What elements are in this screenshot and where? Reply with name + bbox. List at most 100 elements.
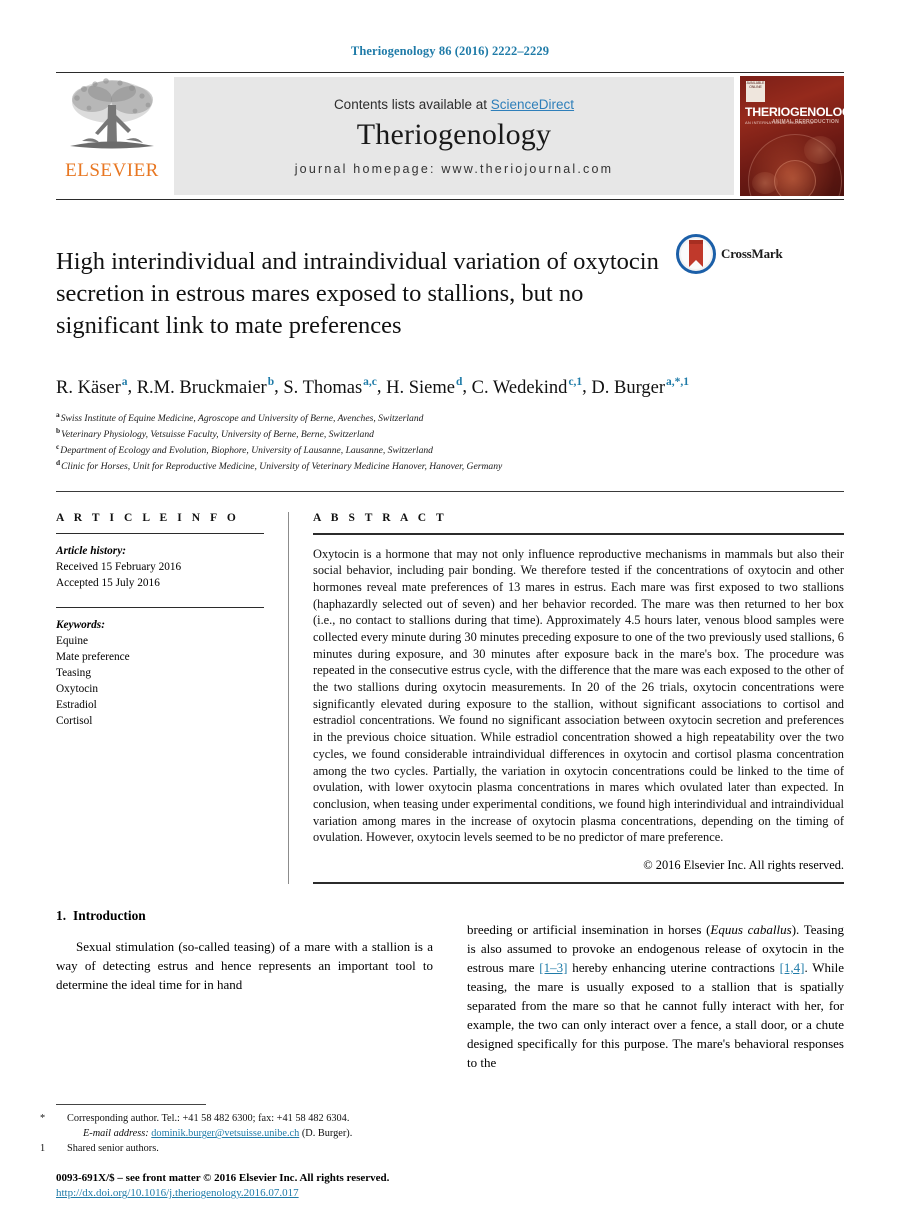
column-divider: [288, 511, 289, 885]
author-name: R.M. Bruckmaier: [136, 377, 267, 398]
intro-part-1: breeding or artificial insemination in h…: [467, 922, 711, 938]
body-column-right: breeding or artificial insemination in h…: [467, 908, 844, 1086]
section-divider-top: [56, 490, 844, 492]
author-item: S. Thomasa,c: [283, 376, 377, 398]
cover-cell-graphic: [774, 160, 816, 196]
intro-paragraph-right: breeding or artificial insemination in h…: [467, 921, 844, 1073]
abstract-copyright: © 2016 Elsevier Inc. All rights reserved…: [643, 858, 844, 873]
info-abstract-region: A R T I C L E I N F O Article history: R…: [56, 511, 844, 885]
footnote-mark-one: 1: [40, 1142, 46, 1154]
contents-prefix: Contents lists available at: [333, 96, 491, 112]
crossmark-icon: [676, 234, 716, 274]
cover-subtitle-2: ANIMAL REPRODUCTION: [772, 119, 839, 125]
affiliation-text: Veterinary Physiology, Vetsuisse Faculty…: [61, 428, 374, 440]
keyword-item: Cortisol: [56, 715, 93, 728]
citation-ref-1-4[interactable]: [1,4]: [780, 960, 805, 975]
section-title: Introduction: [73, 908, 146, 924]
article-info-column: A R T I C L E I N F O Article history: R…: [56, 512, 288, 884]
journal-banner: Contents lists available at ScienceDirec…: [174, 77, 734, 195]
issn-line: 0093-691X/$ – see front matter © 2016 El…: [56, 1171, 390, 1184]
keywords-label: Keywords:: [56, 618, 105, 631]
elsevier-wordmark: ELSEVIER: [65, 160, 159, 181]
author-item: R. Käsera: [56, 376, 128, 398]
journal-homepage[interactable]: journal homepage: www.theriojournal.com: [295, 162, 614, 176]
article-info-heading: A R T I C L E I N F O: [56, 511, 240, 524]
author-item: H. Siemed: [386, 376, 463, 398]
section-heading-introduction: 1. Introduction: [56, 908, 433, 924]
cover-title: THERIOGENOLOGY: [745, 105, 844, 119]
crossmark-badge[interactable]: CrossMark: [676, 234, 802, 274]
abstract-bottom-rule: [313, 882, 844, 885]
contents-line: Contents lists available at ScienceDirec…: [334, 97, 574, 112]
author-name: S. Thomas: [283, 377, 363, 398]
intro-part-4: . While teasing, the mare is usually exp…: [467, 960, 845, 1071]
affiliation-item: cDepartment of Ecology and Evolution, Bi…: [56, 442, 844, 458]
intro-paragraph-left: Sexual stimulation (so-called teasing) o…: [56, 939, 433, 993]
history-accepted: Accepted 15 July 2016: [56, 576, 160, 589]
email-suffix: (D. Burger).: [301, 1128, 353, 1140]
paper-page: Theriogenology 86 (2016) 2222–2229 ELSEV…: [0, 0, 900, 1230]
footnote-rule: [56, 1104, 206, 1106]
author-name: H. Sieme: [386, 377, 455, 398]
affiliation-item: dClinic for Horses, Unit for Reproductiv…: [56, 458, 844, 474]
history-received: Received 15 February 2016: [56, 560, 182, 573]
journal-masthead: ELSEVIER Contents lists available at Sci…: [56, 72, 844, 200]
affiliation-text: Swiss Institute of Equine Medicine, Agro…: [60, 412, 424, 424]
cover-badge: AVAILABLE ONLINE: [746, 81, 765, 102]
citation-ref-1-3[interactable]: [1–3]: [539, 960, 567, 975]
footnote-corresponding-author: * Corresponding author. Tel.: +41 58 482 …: [40, 1112, 446, 1127]
body-columns: 1. Introduction Sexual stimulation (so-ca…: [56, 908, 844, 1086]
footnote-mark-asterisk: *: [40, 1113, 46, 1125]
author-affil-mark: b: [267, 376, 275, 389]
author-list: R. Käsera, R.M. Bruckmaierb, S. Thomasa,…: [56, 376, 689, 398]
footnote-email: E-mail address: dominik.burger@vetsuisse…: [56, 1127, 446, 1142]
section-number: 1.: [56, 908, 67, 924]
keyword-item: Teasing: [56, 666, 91, 679]
elsevier-tree-icon: [70, 78, 154, 149]
author-affil-mark: a,*,1: [666, 376, 689, 389]
author-affil-mark: d: [455, 376, 463, 389]
article-info-rule: [56, 532, 264, 534]
species-name: Equus caballus: [710, 922, 792, 938]
affiliation-text: Clinic for Horses, Unit for Reproductive…: [61, 460, 503, 472]
article-history: Article history: Received 15 February 20…: [56, 543, 264, 591]
keyword-item: Estradiol: [56, 699, 97, 712]
abstract-text: Oxytocin is a hormone that may not only …: [313, 546, 844, 845]
cover-speckle-1: [752, 172, 778, 194]
abstract-heading: A B S T R A C T: [313, 511, 448, 524]
author-name: C. Wedekind: [471, 377, 568, 398]
author-item: D. Burgera,*,1: [591, 376, 689, 398]
article-info-divider: [56, 606, 264, 608]
sciencedirect-link[interactable]: ScienceDirect: [491, 97, 574, 112]
body-column-left: 1. Introduction Sexual stimulation (so-ca…: [56, 908, 433, 1086]
author-name: D. Burger: [591, 377, 666, 398]
keyword-item: Oxytocin: [56, 682, 99, 695]
title-block: High interindividual and intraindividual…: [56, 230, 844, 358]
author-affil-mark: a: [121, 376, 128, 389]
author-name: R. Käser: [56, 377, 121, 398]
affiliation-item: aSwiss Institute of Equine Medicine, Agr…: [56, 410, 844, 426]
email-link[interactable]: dominik.burger@vetsuisse.unibe.ch: [151, 1128, 299, 1139]
author-affil-mark: c,1: [568, 376, 583, 389]
doi-link[interactable]: http://dx.doi.org/10.1016/j.theriogenolo…: [56, 1187, 299, 1199]
author-item: C. Wedekindc,1: [471, 376, 583, 398]
intro-part-3: hereby enhancing uterine contractions: [567, 960, 780, 976]
author-affil-mark: a,c: [363, 376, 377, 389]
footnote-shared-authors: 1 Shared senior authors.: [40, 1142, 446, 1157]
journal-cover-image: AVAILABLE ONLINE THERIOGENOLOGY AN INTER…: [740, 76, 844, 196]
page-title: High interindividual and intraindividual…: [56, 248, 659, 340]
affiliation-list: aSwiss Institute of Equine Medicine, Agr…: [56, 410, 844, 474]
email-label: E-mail address:: [83, 1128, 149, 1140]
keyword-item: Equine: [56, 634, 88, 647]
abstract-rule: [313, 532, 844, 535]
article-history-label: Article history:: [56, 544, 126, 557]
journal-title: Theriogenology: [356, 117, 552, 151]
keyword-item: Mate preference: [56, 650, 130, 663]
elsevier-logo: ELSEVIER: [56, 73, 168, 199]
crossmark-label: CrossMark: [721, 246, 783, 261]
affiliation-item: bVeterinary Physiology, Vetsuisse Facult…: [56, 426, 844, 442]
issn-doi-block: 0093-691X/$ – see front matter © 2016 El…: [56, 1171, 446, 1202]
author-item: R.M. Bruckmaierb: [136, 376, 275, 398]
footnote-corresponding-text: Corresponding author. Tel.: +41 58 482 6…: [67, 1113, 350, 1125]
footnote-shared-text: Shared senior authors.: [67, 1142, 159, 1154]
